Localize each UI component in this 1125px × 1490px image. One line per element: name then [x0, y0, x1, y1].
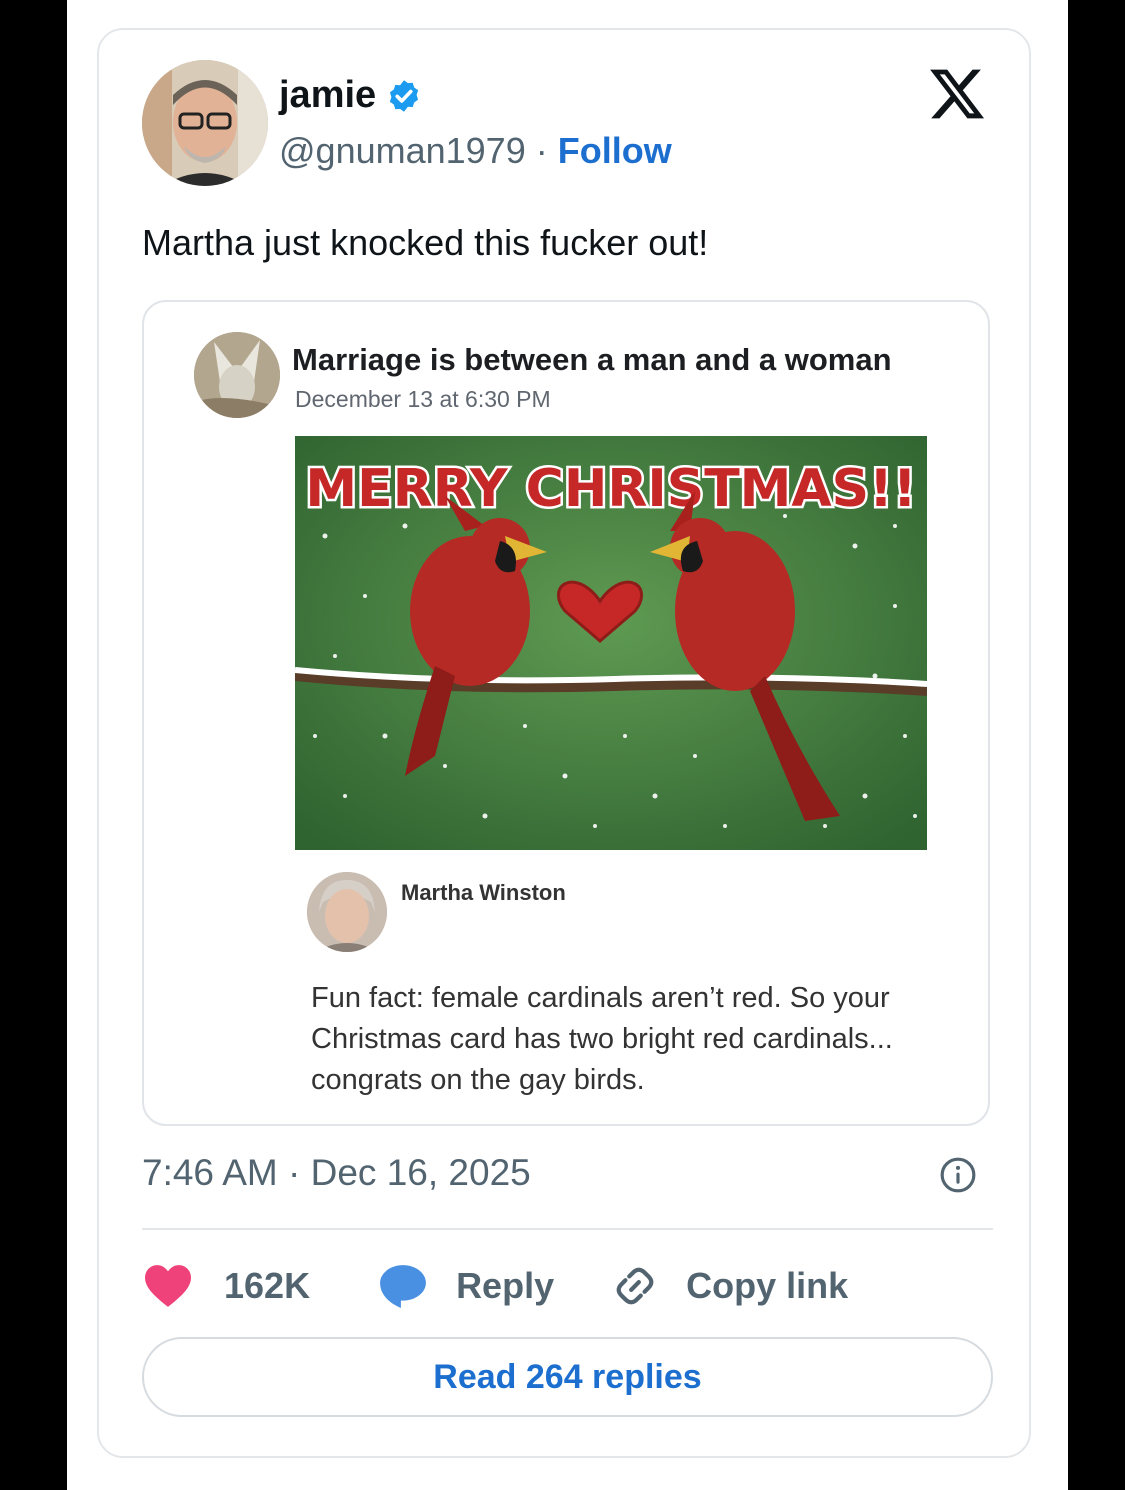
reply-text: Fun fact: female cardinals aren’t red. S… [311, 982, 893, 1096]
page: jamie @gnuman1979 · Follow Martha just k… [67, 0, 1068, 1490]
reply-button[interactable]: Reply [378, 1263, 554, 1309]
info-icon[interactable] [939, 1156, 977, 1194]
copy-link-button[interactable]: Copy link [612, 1263, 848, 1309]
tweet-embed-card: jamie @gnuman1979 · Follow Martha just k… [97, 28, 1031, 1458]
reply-bubble-icon [380, 1265, 426, 1308]
christmas-card-caption: MERRY CHRISTMAS!! [305, 459, 916, 519]
tweet-text: Martha just knocked this fucker out! [142, 222, 709, 263]
like-count: 162K [224, 1265, 311, 1306]
like-button[interactable]: 162K [142, 1263, 310, 1309]
quoted-author-avatar [194, 332, 280, 418]
author-avatar[interactable] [142, 60, 268, 186]
divider [142, 1228, 993, 1230]
heart-icon [145, 1265, 191, 1307]
quoted-post[interactable]: Marriage is between a man and a woman De… [142, 300, 990, 1126]
author-name-row[interactable]: jamie [279, 74, 422, 117]
link-icon [616, 1267, 654, 1305]
verified-badge-icon [390, 79, 419, 112]
action-bar: 162K Reply Copy link [142, 1256, 993, 1316]
handle-line: @gnuman1979 · Follow [279, 130, 672, 172]
quoted-author-name: Marriage is between a man and a woman [292, 342, 892, 377]
read-replies-button[interactable]: Read 264 replies [142, 1337, 993, 1417]
author-name[interactable]: jamie [279, 74, 376, 117]
reply-author-avatar [307, 872, 387, 952]
quoted-post-date: December 13 at 6:30 PM [295, 386, 551, 412]
reply-author-name: Martha Winston [401, 880, 566, 905]
copy-link-label: Copy link [686, 1265, 849, 1306]
x-logo-icon[interactable] [927, 64, 987, 124]
reply-label: Reply [456, 1265, 555, 1306]
follow-link[interactable]: Follow [558, 130, 672, 171]
separator-dot: · [525, 130, 558, 171]
author-handle[interactable]: @gnuman1979 [279, 130, 526, 171]
tweet-timestamp[interactable]: 7:46 AM · Dec 16, 2025 [142, 1152, 531, 1194]
christmas-card-image: MERRY CHRISTMAS!! [295, 436, 927, 850]
